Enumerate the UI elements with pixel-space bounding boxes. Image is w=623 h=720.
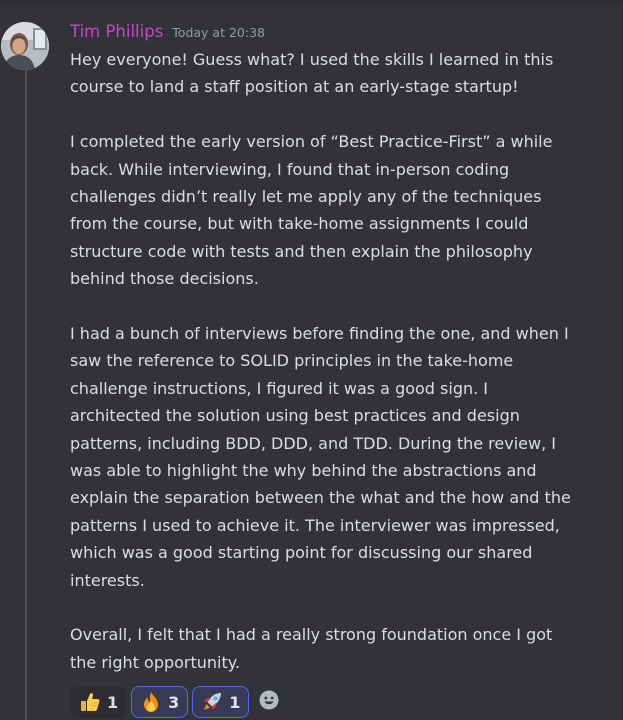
chat-view: Tim Phillips Today at 20:38 Hey everyone… bbox=[0, 0, 623, 720]
reaction-fire[interactable]: 3 bbox=[131, 686, 189, 718]
divider bbox=[0, 0, 623, 4]
thumbs-up-icon bbox=[79, 691, 101, 713]
rocket-icon bbox=[201, 691, 223, 713]
smiley-icon bbox=[258, 689, 280, 715]
reaction-thumbs-up[interactable]: 1 bbox=[70, 686, 128, 718]
add-reaction-button[interactable] bbox=[253, 686, 285, 718]
reaction-count: 1 bbox=[107, 692, 119, 712]
message-header: Tim Phillips Today at 20:38 bbox=[70, 22, 265, 44]
reaction-rocket[interactable]: 1 bbox=[192, 686, 250, 718]
timestamp[interactable]: Today at 20:38 bbox=[172, 25, 265, 40]
reaction-count: 1 bbox=[229, 692, 241, 712]
username[interactable]: Tim Phillips bbox=[70, 22, 163, 41]
message-paragraph: Hey everyone! Guess what? I used the ski… bbox=[70, 50, 554, 97]
message-paragraph: I completed the early version of “Best P… bbox=[70, 132, 553, 289]
avatar[interactable] bbox=[1, 22, 49, 70]
reaction-count: 3 bbox=[168, 692, 180, 712]
fire-icon bbox=[140, 691, 162, 713]
message-paragraph: Overall, I felt that I had a really stro… bbox=[70, 625, 553, 672]
reply-thread-line bbox=[25, 60, 27, 720]
message-paragraph: I had a bunch of interviews before findi… bbox=[70, 324, 571, 590]
message-content: Hey everyone! Guess what? I used the ski… bbox=[70, 46, 605, 676]
reactions-bar: 1 3 1 bbox=[70, 686, 285, 718]
